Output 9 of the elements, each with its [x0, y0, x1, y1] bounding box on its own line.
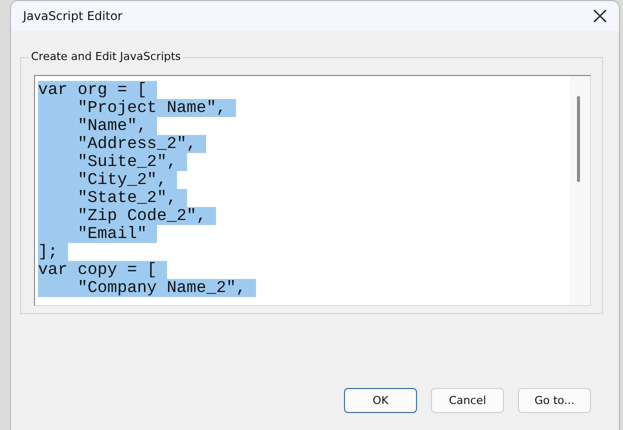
close-icon[interactable] — [593, 9, 607, 23]
window-title: JavaScript Editor — [23, 9, 122, 23]
dialog-button[interactable]: Cancel — [431, 388, 504, 413]
code-editor[interactable]: var org = [ "Project Name", "Name", "Address_2", "Suite_2", "City_2", "State_2", "Zip Code_2", "Email" ]; var copy = [ "Company Name_2", — [34, 75, 591, 306]
dialog-button[interactable]: Go to... — [518, 388, 591, 413]
scrollbar[interactable] — [570, 76, 590, 305]
group-label: Create and Edit JavaScripts — [29, 50, 183, 63]
dialog-button[interactable]: OK — [344, 388, 417, 413]
scrollbar-thumb[interactable] — [577, 96, 580, 182]
